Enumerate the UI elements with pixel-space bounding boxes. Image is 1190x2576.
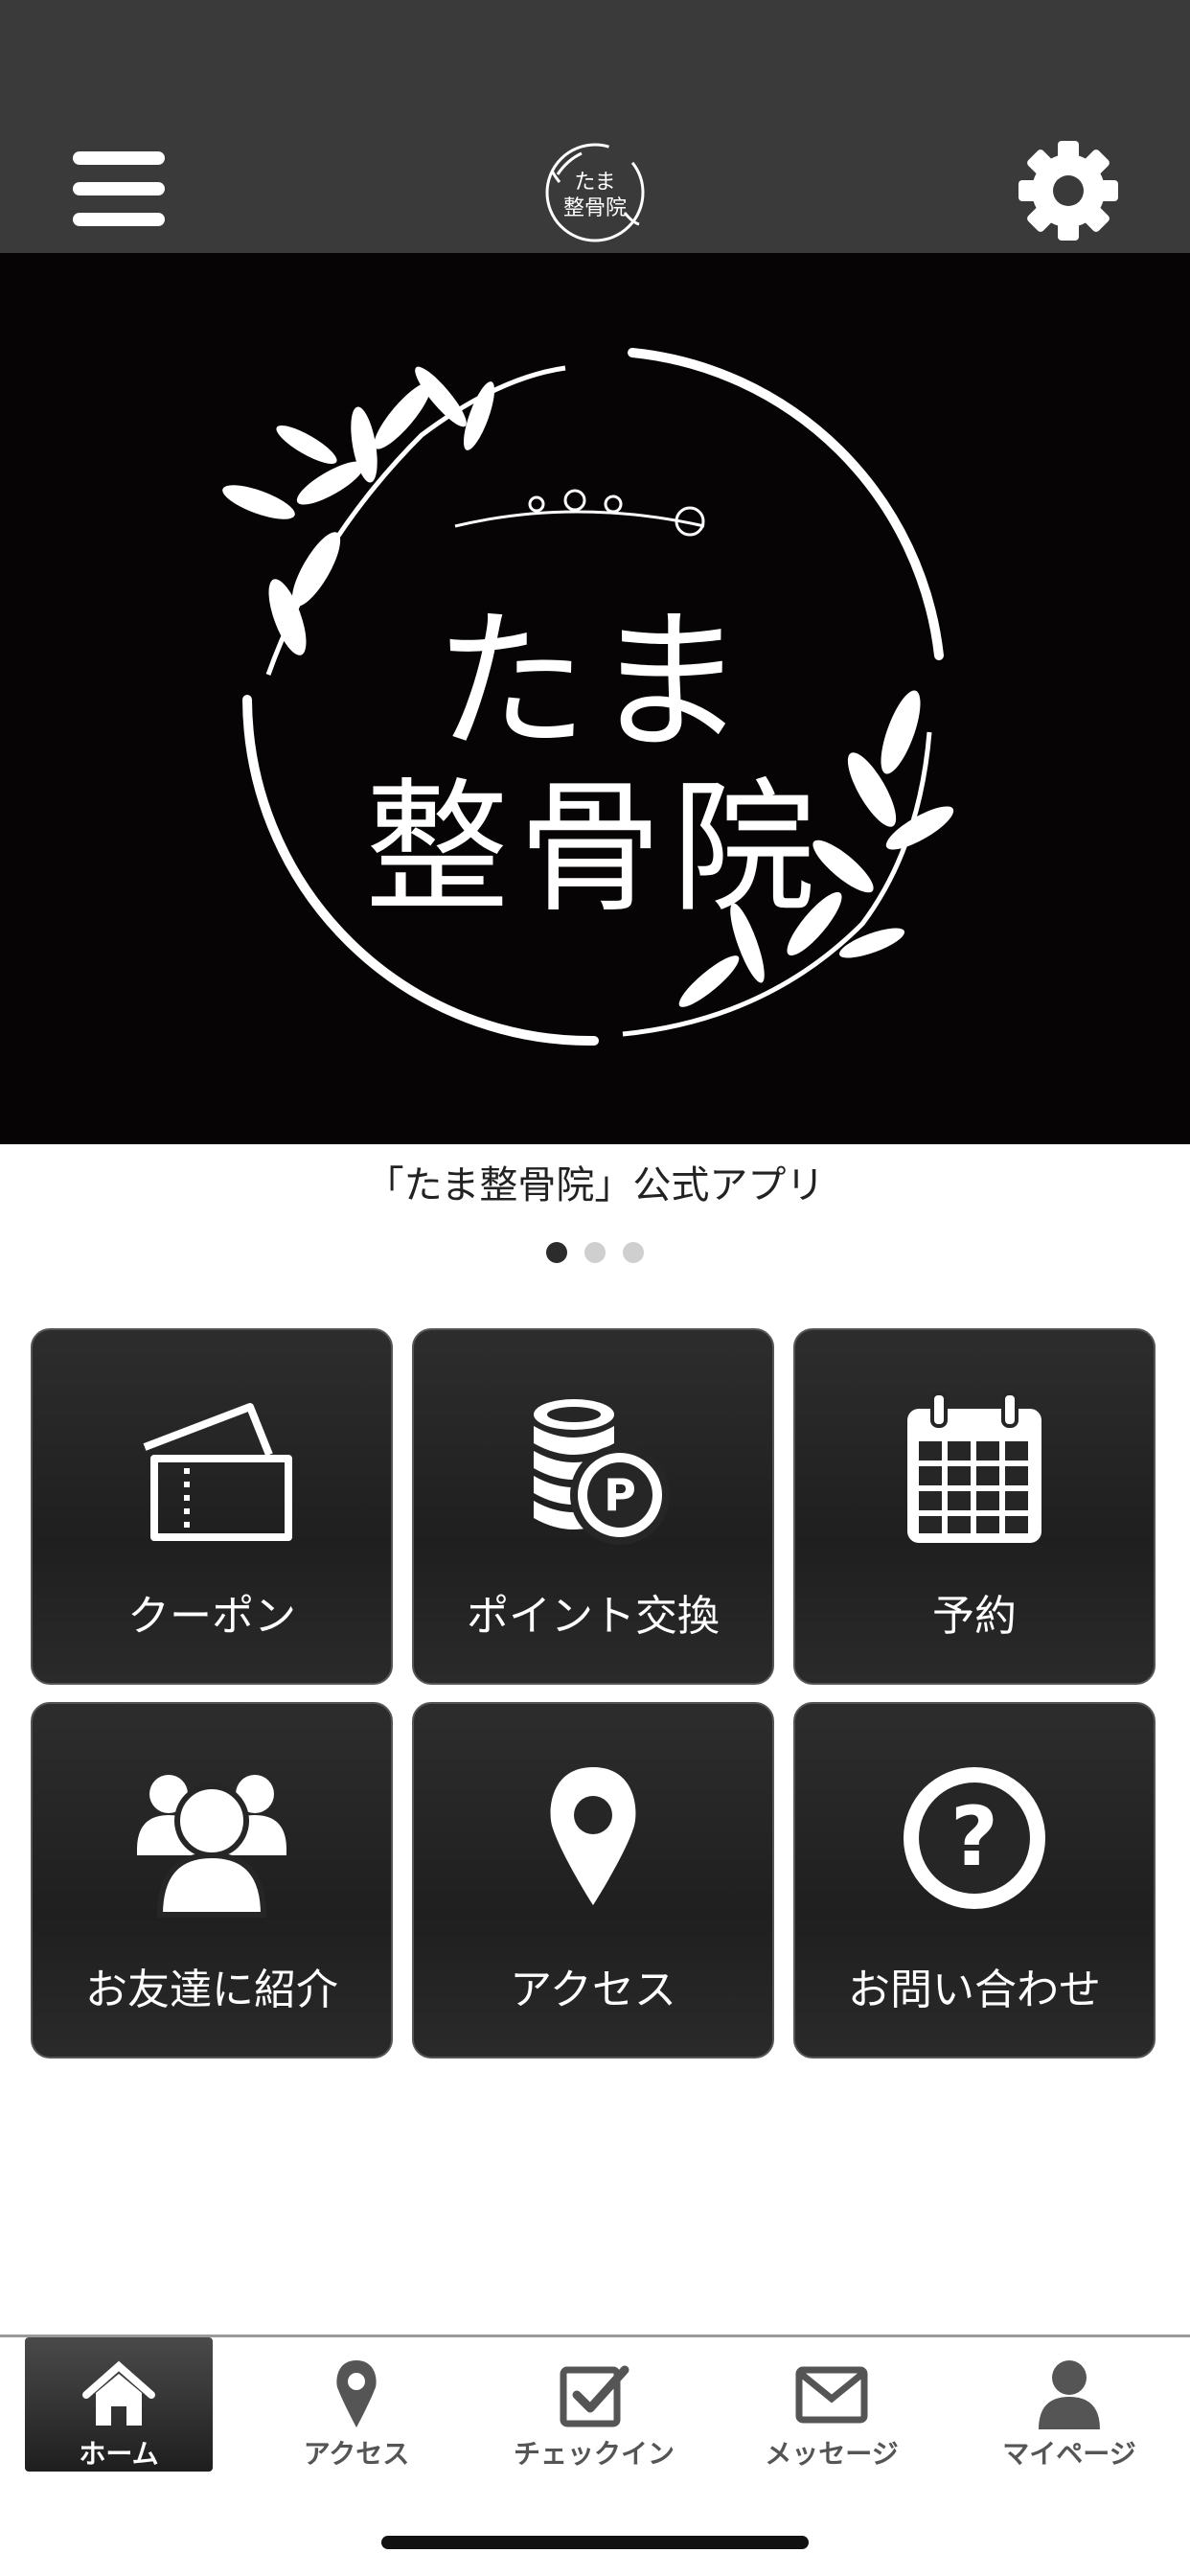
header-logo: たま 整骨院 <box>538 136 652 249</box>
tab-home[interactable]: ホーム <box>25 2337 213 2472</box>
carousel-dot-2[interactable] <box>584 1242 606 1263</box>
question-circle-icon: ? <box>795 1761 1154 1924</box>
map-pin-icon <box>261 2357 452 2433</box>
tile-label: お問い合わせ <box>848 1966 1101 2014</box>
calendar-icon <box>795 1388 1154 1551</box>
tab-mypage[interactable]: マイページ <box>973 2337 1165 2472</box>
point-coins-icon: P <box>414 1388 772 1551</box>
tile-label: アクセス <box>510 1966 676 2014</box>
tile-label: クーポン <box>127 1592 296 1641</box>
envelope-icon <box>736 2357 927 2433</box>
tile-label: 予約 <box>932 1592 1017 1641</box>
svg-text:P: P <box>604 1469 636 1521</box>
hamburger-menu-icon[interactable] <box>63 144 169 236</box>
tile-label: お友達に紹介 <box>85 1966 338 2014</box>
group-users-icon <box>33 1761 391 1924</box>
tab-label: チェックイン <box>513 2438 675 2470</box>
hero-banner[interactable]: たま 整骨院 <box>0 253 1190 1144</box>
tab-message[interactable]: メッセージ <box>736 2337 927 2472</box>
coupon-ticket-icon <box>33 1388 391 1551</box>
tab-label: アクセス <box>303 2438 410 2470</box>
tab-access[interactable]: アクセス <box>261 2337 452 2472</box>
header-logo-line1: たま <box>574 171 615 195</box>
carousel-dot-3[interactable] <box>623 1242 644 1263</box>
tile-refer-friend[interactable]: お友達に紹介 <box>31 1702 393 2058</box>
carousel-dot-1[interactable] <box>546 1242 567 1263</box>
tab-label: ホーム <box>79 2438 159 2470</box>
tile-points[interactable]: P ポイント交換 <box>412 1328 774 1685</box>
tab-label: マイページ <box>1002 2438 1136 2470</box>
home-indicator[interactable] <box>381 2536 809 2549</box>
tile-reservation[interactable]: 予約 <box>793 1328 1156 1685</box>
carousel-dots[interactable] <box>0 1242 1190 1267</box>
tile-contact[interactable]: ? お問い合わせ <box>793 1702 1156 2058</box>
checkbox-icon <box>498 2357 690 2433</box>
home-icon <box>25 2357 213 2433</box>
tile-coupon[interactable]: クーポン <box>31 1328 393 1685</box>
tab-label: メッセージ <box>765 2438 899 2470</box>
tab-checkin[interactable]: チェックイン <box>498 2337 690 2472</box>
banner-caption: 「たま整骨院」公式アプリ <box>365 1163 825 1208</box>
tile-label: ポイント交換 <box>467 1592 720 1641</box>
map-pin-icon <box>414 1761 772 1924</box>
header-logo-line2: 整骨院 <box>563 196 627 220</box>
gear-icon[interactable] <box>1016 138 1121 243</box>
app-header: たま 整骨院 <box>0 0 1190 253</box>
user-icon <box>973 2357 1165 2433</box>
tile-access[interactable]: アクセス <box>412 1702 774 2058</box>
svg-text:?: ? <box>950 1789 998 1885</box>
banner-title-line2: 整骨院 <box>364 766 825 932</box>
